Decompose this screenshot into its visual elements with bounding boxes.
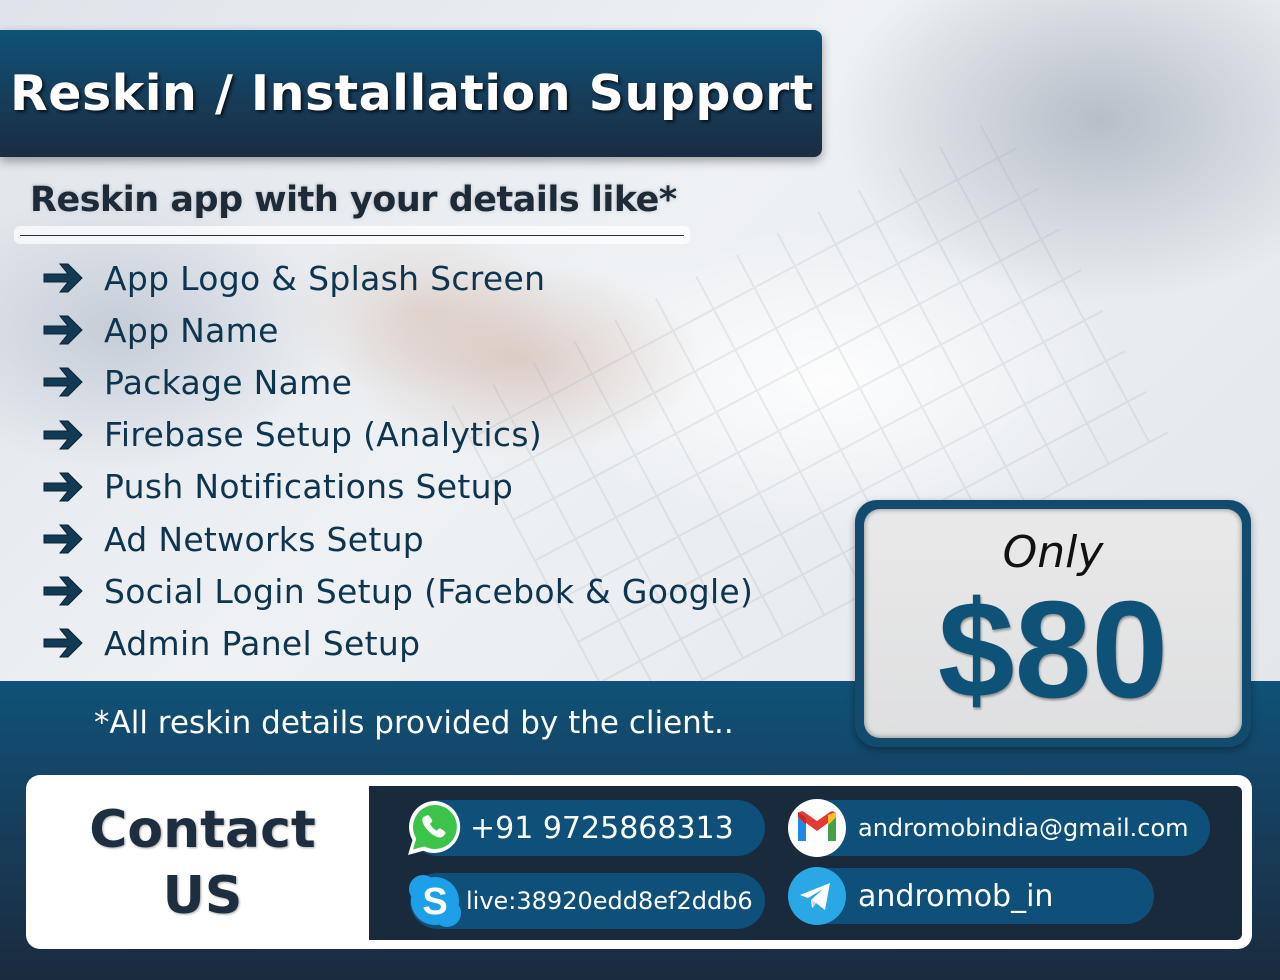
title-banner: Reskin / Installation Support — [0, 30, 822, 157]
feature-item: App Name — [42, 304, 753, 356]
whatsapp-contact[interactable]: +91 9725868313 — [408, 800, 765, 856]
feature-item: Push Notifications Setup — [42, 461, 753, 513]
feature-label: App Logo & Splash Screen — [104, 258, 546, 298]
disclaimer-text: *All reskin details provided by the clie… — [94, 705, 734, 741]
whatsapp-number: +91 9725868313 — [470, 810, 734, 846]
feature-list: App Logo & Splash Screen App Name Packag… — [42, 252, 753, 670]
skype-icon: S — [409, 875, 461, 927]
email-contact[interactable]: andromobindia@gmail.com — [788, 799, 1210, 857]
arrow-right-icon — [43, 628, 83, 658]
arrow-right-icon — [43, 263, 83, 293]
feature-item: App Logo & Splash Screen — [42, 252, 753, 304]
telegram-icon — [788, 867, 846, 925]
price-badge-inner: Only $80 — [864, 509, 1242, 738]
email-address: andromobindia@gmail.com — [858, 814, 1189, 842]
subtitle-underline — [14, 226, 690, 244]
feature-item: Social Login Setup (Facebok & Google) — [42, 565, 753, 617]
arrow-right-icon — [43, 472, 83, 502]
telegram-handle: andromob_in — [858, 878, 1054, 914]
feature-label: Firebase Setup (Analytics) — [104, 415, 542, 455]
telegram-contact[interactable]: andromob_in — [788, 867, 1154, 925]
gmail-icon — [788, 799, 846, 857]
feature-label: Package Name — [104, 362, 353, 402]
feature-label: App Name — [104, 310, 279, 350]
svg-text:S: S — [422, 881, 447, 923]
feature-item: Ad Networks Setup — [42, 513, 753, 565]
feature-item: Admin Panel Setup — [42, 617, 753, 669]
price-prefix: Only — [1002, 527, 1104, 578]
feature-label: Push Notifications Setup — [104, 467, 514, 507]
price-badge: Only $80 — [855, 500, 1251, 747]
whatsapp-icon — [408, 801, 461, 855]
contact-heading-line1: Contact — [89, 800, 316, 860]
subtitle: Reskin app with your details like* — [30, 180, 677, 220]
feature-item: Firebase Setup (Analytics) — [42, 409, 753, 461]
contact-heading-line2: US — [162, 866, 243, 926]
arrow-right-icon — [43, 524, 83, 554]
feature-item: Package Name — [42, 356, 753, 408]
arrow-right-icon — [43, 576, 83, 606]
skype-contact[interactable]: S live:38920edd8ef2ddb6 — [409, 873, 765, 929]
arrow-right-icon — [43, 315, 83, 345]
skype-id: live:38920edd8ef2ddb6 — [466, 887, 753, 915]
feature-label: Ad Networks Setup — [104, 519, 425, 559]
feature-label: Social Login Setup (Facebok & Google) — [104, 571, 754, 611]
contact-heading: Contact US — [36, 786, 369, 940]
feature-label: Admin Panel Setup — [104, 623, 421, 663]
arrow-right-icon — [43, 367, 83, 397]
arrow-right-icon — [43, 420, 83, 450]
page-title: Reskin / Installation Support — [10, 65, 814, 122]
price-amount: $80 — [937, 573, 1169, 727]
